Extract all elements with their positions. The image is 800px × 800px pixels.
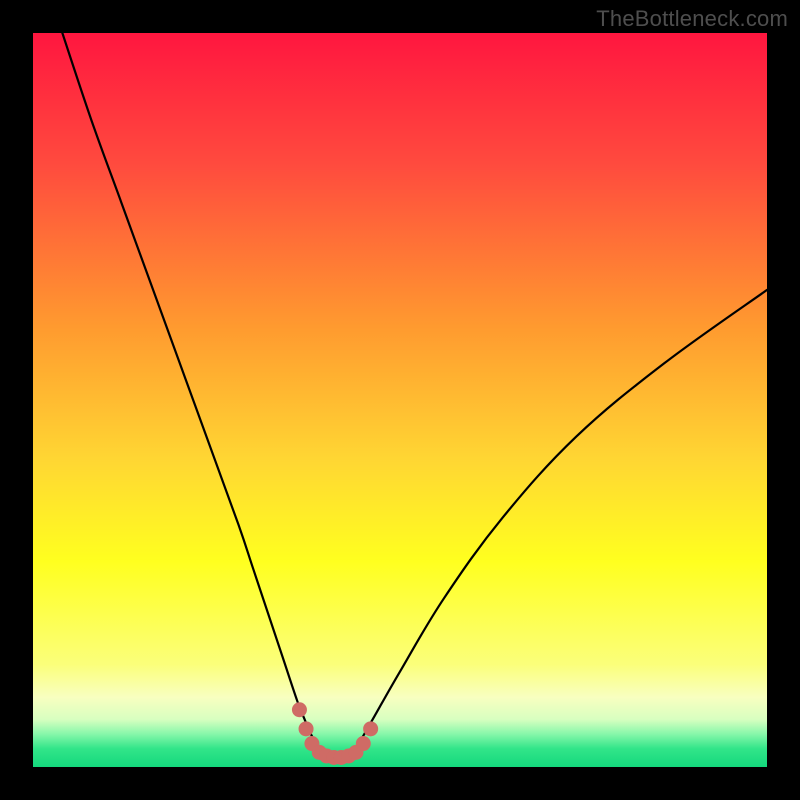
viewport: TheBottleneck.com [0, 0, 800, 800]
watermark-text: TheBottleneck.com [596, 6, 788, 32]
salmon-dot [363, 721, 378, 736]
gradient-backdrop [33, 33, 767, 767]
salmon-dot [299, 721, 314, 736]
chart-svg [33, 33, 767, 767]
chart-plot-area [33, 33, 767, 767]
salmon-dot [292, 702, 307, 717]
salmon-dot [356, 736, 371, 751]
